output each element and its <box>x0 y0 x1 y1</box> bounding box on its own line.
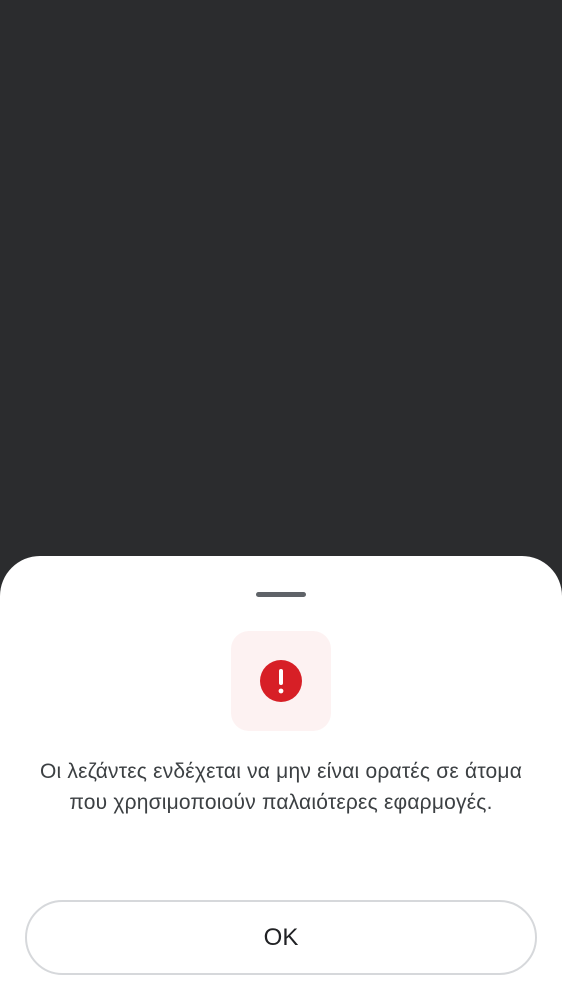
drag-handle[interactable] <box>256 592 306 597</box>
alert-icon-container <box>231 631 331 731</box>
ok-button[interactable]: OK <box>25 900 537 975</box>
bottom-sheet-dialog: Οι λεζάντες ενδέχεται να μην είναι ορατέ… <box>0 556 562 1000</box>
error-alert-icon <box>260 660 302 702</box>
dialog-message: Οι λεζάντες ενδέχεται να μην είναι ορατέ… <box>39 760 523 814</box>
